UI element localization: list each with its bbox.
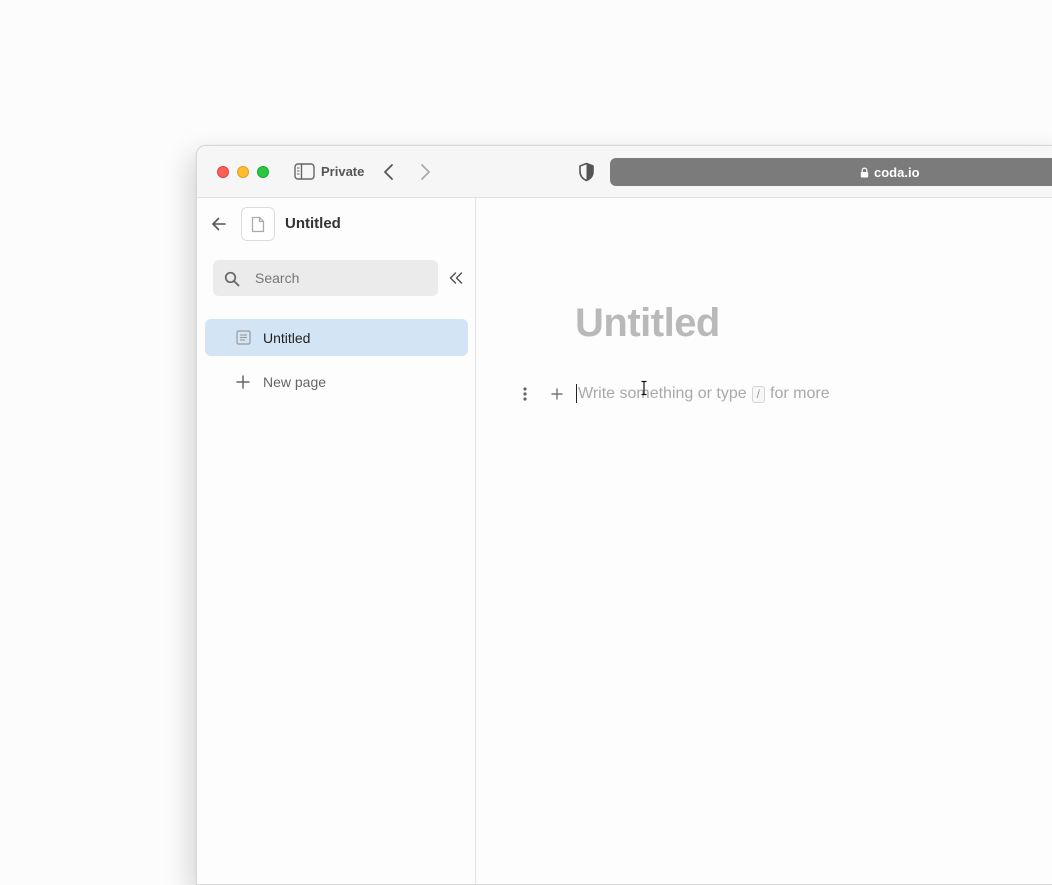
- browser-window: Private coda.io Untitled Search Untitled…: [196, 145, 1052, 885]
- url-text: coda.io: [874, 165, 920, 180]
- doc-icon-button[interactable]: [241, 207, 275, 241]
- search-box[interactable]: [213, 260, 438, 296]
- editor-placeholder[interactable]: Write something or type / for more: [578, 385, 830, 403]
- doc-sidebar: Untitled Untitled: [197, 198, 476, 884]
- ibeam-cursor-icon: [641, 380, 647, 396]
- sidebar-page-untitled[interactable]: Untitled: [205, 319, 468, 356]
- plus-icon: [236, 375, 250, 389]
- minimize-window-button[interactable]: [237, 166, 249, 178]
- search-icon: [224, 271, 240, 287]
- shield-icon[interactable]: [578, 162, 595, 182]
- placeholder-text-end: for more: [770, 385, 830, 402]
- placeholder-text-start: Write something or type: [578, 385, 747, 402]
- chevron-left-icon[interactable]: [382, 162, 396, 182]
- new-page-label: New page: [263, 374, 327, 390]
- page-title[interactable]: Untitled: [575, 301, 720, 346]
- text-caret: [576, 384, 577, 403]
- private-window-label: Private: [321, 164, 365, 179]
- document-icon: [251, 216, 265, 233]
- zoom-window-button[interactable]: [257, 166, 269, 178]
- arrow-left-icon[interactable]: [211, 216, 227, 232]
- page-icon: [236, 330, 251, 345]
- doc-title[interactable]: Untitled: [285, 215, 341, 232]
- new-page-button[interactable]: New page: [205, 364, 468, 400]
- chevron-right-icon[interactable]: [418, 162, 432, 182]
- add-block-icon[interactable]: [551, 388, 563, 400]
- collapse-sidebar-icon[interactable]: [449, 271, 463, 285]
- address-bar[interactable]: coda.io: [610, 158, 1052, 186]
- sidebar-toggle-icon[interactable]: [294, 163, 315, 180]
- lock-icon: [860, 167, 869, 178]
- slash-key-badge: /: [751, 385, 766, 403]
- browser-toolbar: Private coda.io: [197, 146, 1052, 198]
- close-window-button[interactable]: [217, 166, 229, 178]
- block-drag-handle-icon[interactable]: [522, 386, 528, 402]
- editor-canvas: Untitled Write something or type / for m…: [477, 198, 1052, 884]
- search-input[interactable]: [255, 260, 430, 296]
- sidebar-page-label: Untitled: [263, 330, 311, 346]
